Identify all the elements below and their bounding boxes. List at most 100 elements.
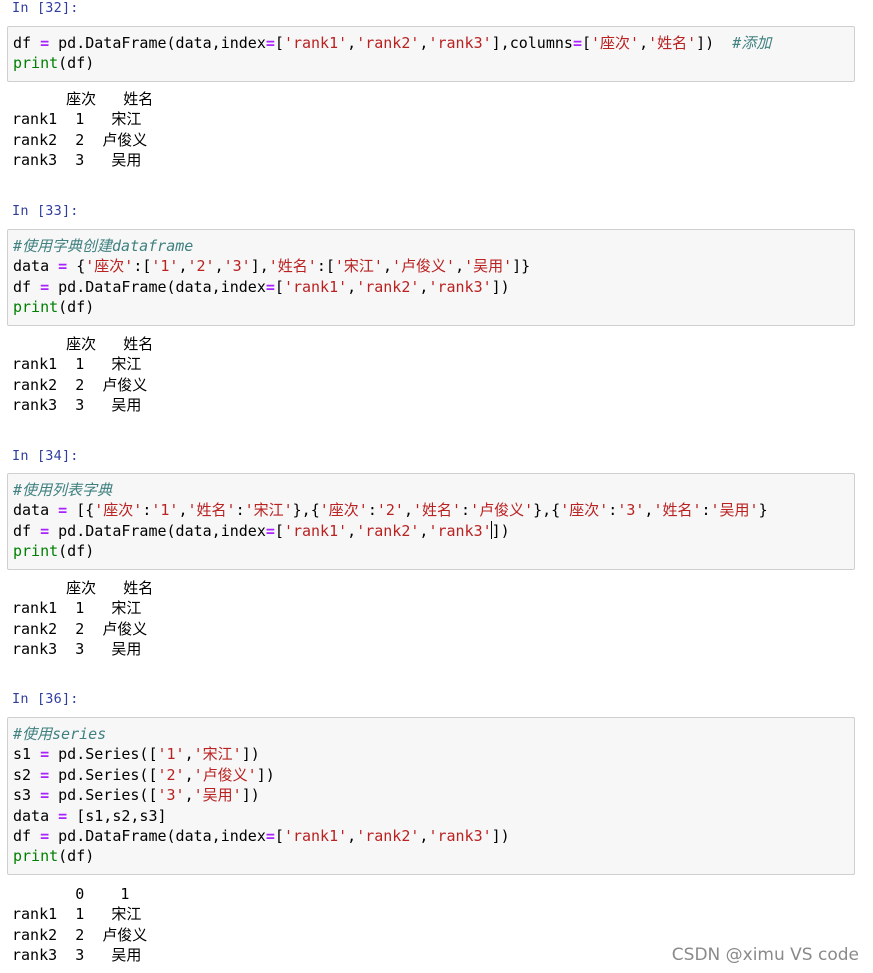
code-token: 'rank1': [283, 34, 348, 52]
code-token: :[: [316, 257, 335, 276]
code-token: ,: [347, 34, 357, 52]
output-row: rank2 2 卢俊义: [12, 925, 148, 944]
code-token: df: [13, 277, 41, 296]
code-token: =: [572, 34, 582, 52]
code-token: '卢俊义': [470, 501, 534, 520]
code-token: ,: [184, 765, 194, 784]
code-token: '吴用': [193, 786, 242, 805]
code-input-area[interactable]: df = pd.DataFrame(data,index=['rank1','r…: [7, 26, 855, 82]
code-token: ]): [696, 34, 733, 52]
code-token: '姓名': [187, 501, 236, 520]
code-token: 'rank2': [356, 521, 420, 540]
code-line: print(df): [13, 846, 94, 866]
cell-prompt: In [34]:: [12, 448, 79, 464]
output-header-row: 0 1: [12, 885, 130, 903]
code-token: =: [265, 34, 275, 52]
code-token: 'rank1': [283, 277, 348, 296]
code-token: pd.DataFrame(data,index: [49, 277, 266, 296]
output-row: rank3 3 吴用: [12, 396, 142, 415]
code-token: ]): [241, 745, 260, 764]
code-token: print: [13, 298, 59, 317]
code-token: 'rank3': [428, 34, 492, 52]
code-token: '姓名': [268, 257, 317, 276]
code-token: 'rank1': [283, 521, 348, 540]
code-token: 'rank2': [356, 277, 420, 296]
output-header-row: 座次 姓名: [12, 90, 154, 108]
code-token: '姓名': [412, 501, 462, 520]
code-token: '座次': [591, 34, 640, 52]
code-token: '宋江': [244, 501, 293, 520]
code-token: ,: [184, 786, 194, 805]
code-token: {: [67, 257, 86, 276]
code-token: :: [608, 501, 618, 520]
code-token: =: [40, 786, 50, 805]
code-token: '1': [157, 745, 185, 764]
code-line: #使用series: [13, 724, 106, 744]
code-token: [s1,s2,s3]: [67, 806, 167, 825]
output-row: rank3 3 吴用: [12, 946, 142, 965]
code-token: data: [13, 501, 59, 520]
code-input-area[interactable]: #使用字典创建dataframe data = {'座次':['1','2','3…: [7, 229, 855, 326]
code-token: pd.DataFrame(data,index: [49, 34, 266, 52]
code-line: s1 = pd.Series(['1','宋江']): [13, 744, 260, 764]
code-token: '座次': [94, 501, 143, 520]
output-row: rank1 1 宋江: [12, 905, 142, 924]
code-token: =: [58, 257, 68, 276]
code-token: ]): [491, 827, 510, 845]
code-token: 'rank2': [356, 827, 420, 845]
code-token: },{: [533, 501, 561, 520]
code-line: df = pd.DataFrame(data,index=['rank1','r…: [13, 520, 510, 541]
code-token: [: [581, 34, 591, 52]
code-line: print(df): [13, 297, 94, 317]
code-token: }: [758, 501, 768, 520]
code-token: print: [13, 847, 59, 866]
code-input-area[interactable]: #使用series s1 = pd.Series(['1','宋江']) s2 = …: [7, 717, 855, 875]
code-token: :[: [133, 257, 152, 276]
code-token: '1': [151, 501, 179, 520]
code-token: s3: [13, 786, 41, 805]
code-line: #使用列表字典: [13, 480, 112, 500]
watermark: CSDN @ximu VS code: [671, 945, 859, 965]
code-token: '2': [187, 257, 215, 276]
code-token: [: [274, 827, 284, 845]
code-input-area[interactable]: #使用列表字典 data = [{'座次':'1','姓名':'宋江'},{'座次…: [7, 473, 855, 570]
code-token: },{: [292, 501, 320, 520]
code-token: [{: [67, 501, 95, 520]
code-token: df: [13, 827, 41, 845]
code-token: pd.DataFrame(data,index: [49, 521, 266, 540]
code-token: =: [40, 521, 50, 540]
code-token: ]}: [512, 257, 531, 276]
code-token: =: [265, 521, 275, 540]
code-token: (df): [58, 54, 95, 73]
code-token: 'rank2': [356, 34, 420, 52]
code-token: s2: [13, 765, 41, 784]
code-token: =: [265, 277, 275, 296]
code-token: pd.Series([: [49, 745, 158, 764]
code-token: =: [40, 34, 50, 52]
code-line: s2 = pd.Series(['2','卢俊义']): [13, 765, 275, 785]
code-token: print: [13, 54, 59, 73]
code-token: =: [40, 745, 50, 764]
code-token: df: [13, 34, 41, 52]
code-token: 'rank1': [283, 827, 348, 845]
code-token: '卢俊义': [193, 765, 257, 784]
code-token: (df): [58, 847, 95, 866]
code-token: pd.Series([: [49, 765, 158, 784]
code-token: '3': [223, 257, 251, 276]
code-token: data: [13, 806, 59, 825]
code-token: =: [40, 765, 50, 784]
cell-prompt: In [33]:: [12, 203, 79, 219]
code-token: ]): [241, 786, 260, 805]
code-token: ],columns: [491, 34, 573, 52]
code-line: data = [{'座次':'1','姓名':'宋江'},{'座次':'2','…: [13, 500, 768, 520]
code-line: df = pd.DataFrame(data,index=['rank1','r…: [13, 33, 771, 53]
code-token: (df): [58, 298, 95, 317]
code-token: '吴用': [464, 257, 513, 276]
code-token: '座次': [319, 501, 368, 520]
code-token: ,: [214, 257, 224, 276]
code-token: ]): [491, 521, 510, 540]
output-row: rank2 2 卢俊义: [12, 375, 148, 394]
code-token: '姓名': [648, 34, 697, 52]
code-token: '座次': [560, 501, 609, 520]
code-token: ,: [455, 257, 465, 276]
